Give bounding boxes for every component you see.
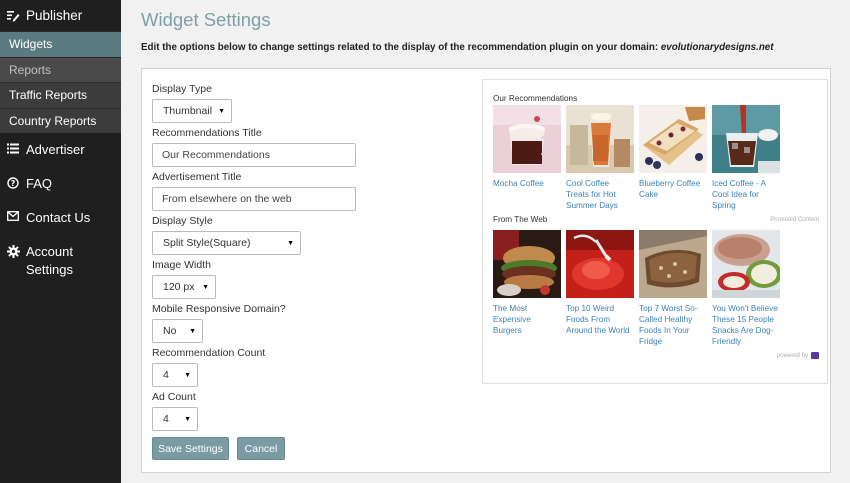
ad-title: The Most Expensive Burgers bbox=[493, 304, 531, 335]
ad-title: Top 10 Weird Foods From Around the World bbox=[566, 304, 630, 335]
ad-card[interactable]: You Won't Believe These 15 People Snacks… bbox=[712, 230, 780, 347]
envelope-icon bbox=[6, 211, 20, 221]
caret-down-icon: ▼ bbox=[287, 239, 294, 247]
ad-card[interactable]: Top 7 Worst So-Called Healthy Foods In Y… bbox=[639, 230, 707, 347]
provider-logo-icon bbox=[811, 352, 819, 359]
sidebar-item-publisher[interactable]: Publisher bbox=[0, 0, 121, 31]
promoted-content-label: Promoted Content bbox=[770, 217, 819, 223]
display-type-select[interactable]: Thumbnail ▼ bbox=[152, 99, 232, 123]
powered-by-label: powered by bbox=[777, 352, 819, 359]
domain-name: evolutionarydesigns.net bbox=[660, 42, 774, 53]
ad-title-label: Advertisement Title bbox=[152, 171, 242, 183]
sidebar: Publisher Widgets Reports Traffic Report… bbox=[0, 0, 121, 483]
page-description: Edit the options below to change setting… bbox=[141, 42, 774, 53]
sidebar-item-widgets[interactable]: Widgets bbox=[0, 31, 121, 57]
settings-form: Display Type Thumbnail ▼ Recommendations … bbox=[152, 83, 452, 460]
ad-title: You Won't Believe These 15 People Snacks… bbox=[712, 304, 778, 346]
caret-down-icon: ▼ bbox=[202, 283, 209, 291]
mocha-coffee-thumbnail bbox=[493, 105, 561, 173]
caret-down-icon: ▼ bbox=[184, 415, 191, 423]
page-title: Widget Settings bbox=[141, 9, 271, 30]
sidebar-item-country-reports[interactable]: Country Reports bbox=[0, 107, 121, 133]
burger-thumbnail bbox=[493, 230, 561, 298]
from-the-web-heading: From The Web bbox=[493, 215, 548, 224]
svg-text:?: ? bbox=[11, 179, 16, 188]
recommendation-title: Iced Coffee - A Cool Idea for Spring bbox=[712, 179, 766, 210]
recommendation-title: Blueberry Coffee Cake bbox=[639, 179, 701, 199]
save-settings-button[interactable]: Save Settings bbox=[152, 437, 229, 460]
mobile-responsive-label: Mobile Responsive Domain? bbox=[152, 303, 286, 315]
sidebar-item-reports[interactable]: Reports bbox=[0, 56, 121, 82]
recommendations-heading: Our Recommendations bbox=[493, 94, 578, 103]
recommendation-card[interactable]: Cool Coffee Treats for Hot Summer Days bbox=[566, 105, 634, 211]
sidebar-item-label: Country Reports bbox=[9, 113, 97, 128]
ad-title: Top 7 Worst So-Called Healthy Foods In Y… bbox=[639, 304, 698, 346]
help-icon: ? bbox=[6, 177, 20, 189]
sidebar-item-label: Account Settings bbox=[26, 244, 73, 277]
settings-panel: Display Type Thumbnail ▼ Recommendations … bbox=[141, 68, 831, 473]
image-width-select[interactable]: 120 px ▼ bbox=[152, 275, 216, 299]
display-style-label: Display Style bbox=[152, 215, 213, 227]
sidebar-item-faq[interactable]: ? FAQ bbox=[0, 167, 121, 201]
caret-down-icon: ▼ bbox=[218, 107, 225, 115]
cancel-button[interactable]: Cancel bbox=[237, 437, 285, 460]
sidebar-item-advertiser[interactable]: Advertiser bbox=[0, 133, 121, 167]
sidebar-item-label: Publisher bbox=[26, 8, 83, 23]
widget-preview: Our Recommendations Mocha Coffee Cool Co… bbox=[482, 79, 828, 384]
rec-title-label: Recommendations Title bbox=[152, 127, 262, 139]
sidebar-item-label: Contact Us bbox=[26, 210, 91, 225]
list-icon bbox=[6, 143, 20, 154]
edit-icon bbox=[6, 10, 20, 22]
recommendations-grid: Mocha Coffee Cool Coffee Treats for Hot … bbox=[493, 105, 780, 211]
main-content: Widget Settings Edit the options below t… bbox=[121, 0, 850, 483]
sidebar-item-account-settings[interactable]: Account Settings bbox=[0, 235, 121, 287]
display-style-select[interactable]: Split Style(Square) ▼ bbox=[152, 231, 301, 255]
sidebar-item-traffic-reports[interactable]: Traffic Reports bbox=[0, 82, 121, 108]
image-width-label: Image Width bbox=[152, 259, 211, 271]
cool-coffee-thumbnail bbox=[566, 105, 634, 173]
rec-count-label: Recommendation Count bbox=[152, 347, 266, 359]
display-type-label: Display Type bbox=[152, 83, 212, 95]
ads-grid: The Most Expensive Burgers Top 10 Weird … bbox=[493, 230, 780, 347]
rec-title-input[interactable]: Our Recommendations bbox=[152, 143, 356, 167]
recommendation-card[interactable]: Mocha Coffee bbox=[493, 105, 561, 211]
healthy-foods-thumbnail bbox=[639, 230, 707, 298]
sidebar-item-label: Reports bbox=[9, 62, 52, 77]
sidebar-item-label: Advertiser bbox=[26, 142, 85, 157]
sidebar-item-label: Widgets bbox=[9, 37, 53, 52]
blueberry-cake-thumbnail bbox=[639, 105, 707, 173]
ad-card[interactable]: The Most Expensive Burgers bbox=[493, 230, 561, 347]
recommendation-title: Cool Coffee Treats for Hot Summer Days bbox=[566, 179, 618, 210]
ad-title-input[interactable]: From elsewhere on the web bbox=[152, 187, 356, 211]
sidebar-item-contact[interactable]: Contact Us bbox=[0, 201, 121, 235]
mobile-responsive-select[interactable]: No ▼ bbox=[152, 319, 203, 343]
sidebar-item-label: FAQ bbox=[26, 176, 53, 191]
recommendation-title: Mocha Coffee bbox=[493, 179, 544, 188]
gear-icon bbox=[6, 245, 20, 258]
ad-count-label: Ad Count bbox=[152, 391, 196, 403]
ad-card[interactable]: Top 10 Weird Foods From Around the World bbox=[566, 230, 634, 347]
rec-count-select[interactable]: 4 ▼ bbox=[152, 363, 198, 387]
ad-count-select[interactable]: 4 ▼ bbox=[152, 407, 198, 431]
weird-foods-thumbnail bbox=[566, 230, 634, 298]
dog-snacks-thumbnail bbox=[712, 230, 780, 298]
caret-down-icon: ▼ bbox=[184, 371, 191, 379]
recommendation-card[interactable]: Blueberry Coffee Cake bbox=[639, 105, 707, 211]
iced-coffee-thumbnail bbox=[712, 105, 780, 173]
recommendation-card[interactable]: Iced Coffee - A Cool Idea for Spring bbox=[712, 105, 780, 211]
caret-down-icon: ▼ bbox=[189, 327, 196, 335]
sidebar-item-label: Traffic Reports bbox=[9, 88, 88, 103]
